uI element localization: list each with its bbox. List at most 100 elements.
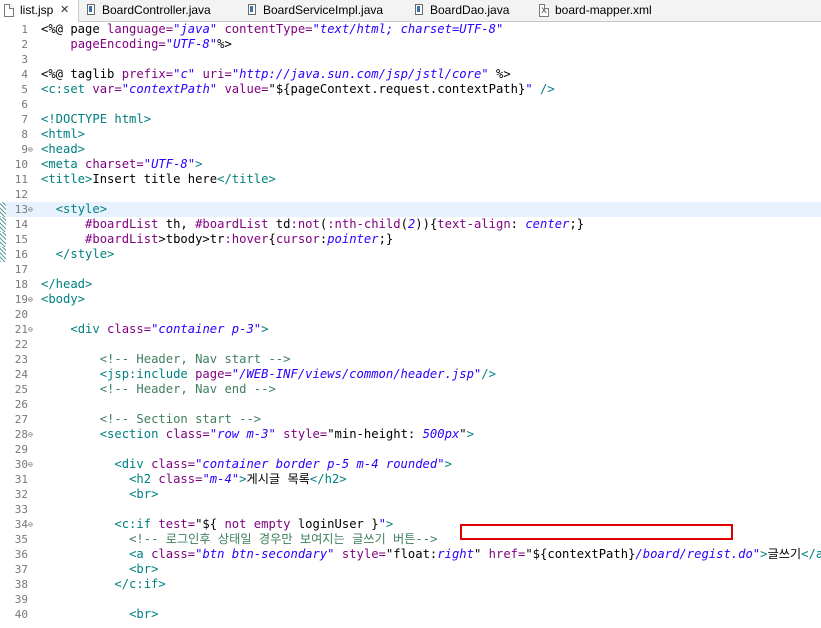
code-token: > [261, 322, 269, 336]
line-number: 32 [14, 488, 28, 501]
code-token: %> [488, 67, 511, 81]
line-number: 40 [14, 608, 28, 621]
code-text: pageEncoding="UTF-8"%> [41, 37, 231, 52]
code-token: "UTF-8" [165, 37, 218, 51]
code-token: " [525, 82, 533, 96]
fold-toggle-icon[interactable]: ⊖ [28, 202, 33, 217]
code-token: ( [400, 217, 408, 231]
code-line[interactable]: 28 ⊖ <section class="row m-3" style="min-… [0, 427, 821, 442]
code-token: </c:if> [114, 577, 166, 591]
code-line[interactable]: 1 <%@ page language="java" contentType="t… [0, 22, 821, 37]
code-token: /board/regist.do" [635, 547, 761, 561]
tab-boardserviceimpl-java[interactable]: BoardServiceImpl.java [241, 0, 391, 21]
code-token: 글쓰기 [767, 547, 802, 561]
code-token: > [385, 517, 394, 531]
code-line[interactable]: 27 <!-- Section start --> [0, 412, 821, 427]
code-line[interactable]: 11 <title>Insert title here</title> [0, 172, 821, 187]
code-line[interactable]: 5 <c:set var="contextPath" value="${pageC… [0, 82, 821, 97]
code-line[interactable]: 2 pageEncoding="UTF-8"%> [0, 37, 821, 52]
code-line[interactable]: 8 <html> [0, 127, 821, 142]
code-token: <style> [55, 202, 108, 216]
tab-board-mapper-xml[interactable]: x board-mapper.xml [533, 0, 673, 21]
line-number: 12 [14, 188, 28, 201]
code-token: <h2 [129, 472, 159, 486]
code-line[interactable]: 18 </head> [0, 277, 821, 292]
code-line[interactable]: 13 ⊖ <style> [0, 202, 821, 217]
code-token: /> [481, 367, 496, 381]
java-file-icon [414, 4, 424, 17]
code-line[interactable]: 31 <h2 class="m-4">게시글 목록</h2> [0, 472, 821, 487]
code-line[interactable]: 39 [0, 592, 821, 607]
code-line[interactable]: 40 <br> [0, 607, 821, 622]
code-line[interactable]: 4 <%@ taglib prefix="c" uri="http://java.… [0, 67, 821, 82]
code-line[interactable]: 37 <br> [0, 562, 821, 577]
tab-label: BoardController.java [102, 3, 211, 17]
code-token: > [760, 547, 768, 561]
code-line[interactable]: 21 ⊖ <div class="container p-3"> [0, 322, 821, 337]
code-token: #boardList [195, 217, 269, 231]
code-line[interactable]: 3 [0, 52, 821, 67]
line-number: 6 [21, 98, 28, 111]
code-line[interactable]: 26 [0, 397, 821, 412]
code-token: contentType= [224, 22, 313, 36]
code-token: <!-- 로그인후 상태일 경우만 보여지는 글쓰기 버튼--> [129, 532, 438, 546]
line-number: 9 [21, 143, 28, 156]
tab-boarddao-java[interactable]: BoardDao.java [408, 0, 518, 21]
fold-toggle-icon[interactable]: ⊖ [28, 142, 33, 157]
fold-toggle-icon[interactable]: ⊖ [28, 427, 33, 442]
line-number: 7 [21, 113, 28, 126]
code-line[interactable]: 16 </style> [0, 247, 821, 262]
code-token: </a> [801, 547, 821, 561]
code-line[interactable]: 25 <!-- Header, Nav end --> [0, 382, 821, 397]
code-line[interactable]: 14 #boardList th, #boardList td:not (:nth… [0, 217, 821, 232]
code-line[interactable]: 20 [0, 307, 821, 322]
code-token: ;} [569, 217, 585, 231]
fold-toggle-icon[interactable]: ⊖ [28, 292, 33, 307]
code-line[interactable]: 17 [0, 262, 821, 277]
fold-toggle-icon[interactable]: ⊖ [28, 517, 33, 532]
code-line[interactable]: 19 ⊖ <body> [0, 292, 821, 307]
code-line[interactable]: 30 ⊖ <div class="container border p-5 m-4… [0, 457, 821, 472]
code-token: </title> [217, 172, 276, 186]
code-token: loginUser } [290, 517, 379, 531]
code-line[interactable]: 6 [0, 97, 821, 112]
code-line[interactable]: 33 [0, 502, 821, 517]
code-line[interactable]: 23 <!-- Header, Nav start --> [0, 352, 821, 367]
code-line[interactable]: 22 [0, 337, 821, 352]
code-line[interactable]: 15 #boardList>tbody>tr:hover{cursor:poin… [0, 232, 821, 247]
code-token: class= [151, 457, 196, 471]
code-token: style= [341, 547, 386, 561]
code-token: <br> [129, 607, 159, 621]
code-line[interactable]: 9 ⊖ <head> [0, 142, 821, 157]
tab-list-jsp[interactable]: list.jsp ✕ [0, 0, 79, 22]
tab-label: list.jsp [20, 3, 54, 17]
code-line[interactable]: 29 [0, 442, 821, 457]
code-line[interactable]: 10 <meta charset="UTF-8"> [0, 157, 821, 172]
code-token: "UTF-8" [143, 157, 196, 171]
line-number: 11 [14, 173, 28, 186]
tab-label: BoardServiceImpl.java [263, 3, 384, 17]
line-number: 20 [14, 308, 28, 321]
code-line[interactable]: 24 <jsp:include page="/WEB-INF/views/com… [0, 367, 821, 382]
code-line[interactable]: 12 [0, 187, 821, 202]
line-number: 26 [14, 398, 28, 411]
tab-boardcontroller-java[interactable]: BoardController.java [80, 0, 240, 21]
code-line[interactable]: 32 <br> [0, 487, 821, 502]
code-line[interactable]: 38 </c:if> [0, 577, 821, 592]
code-line[interactable]: 36 <a class="btn btn-secondary" style="f… [0, 547, 821, 562]
code-line[interactable]: 7 <!DOCTYPE html> [0, 112, 821, 127]
fold-toggle-icon[interactable]: ⊖ [28, 322, 33, 337]
code-text: #boardList>tbody>tr:hover{cursor:pointer… [41, 232, 393, 247]
fold-toggle-icon[interactable]: ⊖ [28, 457, 33, 472]
code-text: <head> [41, 142, 85, 157]
code-text: <!-- 로그인후 상태일 경우만 보여지는 글쓰기 버튼--> [41, 532, 438, 547]
line-number: 17 [14, 263, 28, 276]
code-text: <c:set var="contextPath" value="${pageCo… [41, 82, 555, 97]
close-icon[interactable]: ✕ [60, 0, 69, 21]
code-token: { [268, 232, 276, 246]
line-number: 35 [14, 533, 28, 546]
